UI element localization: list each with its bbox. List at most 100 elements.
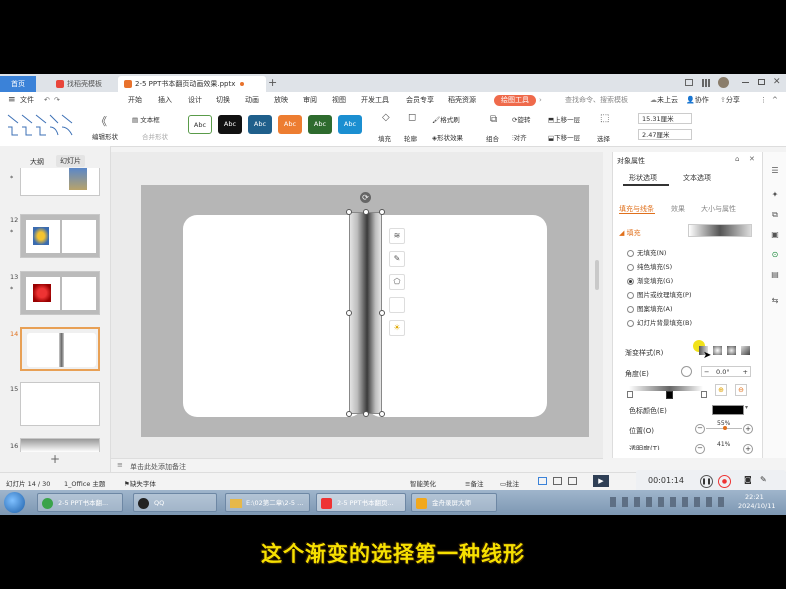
tab-home[interactable]: 首页 <box>0 76 36 92</box>
menu-review[interactable]: 审阅 <box>303 95 317 106</box>
angle-stepper[interactable]: − 0.0° + <box>701 366 751 377</box>
send-backward-button[interactable]: ⬓下移一层 <box>548 132 580 142</box>
plus-icon[interactable]: + <box>743 367 748 377</box>
fill-option-solid[interactable]: 纯色填充(S) <box>627 261 672 271</box>
edit-shape-icon[interactable]: 《 <box>96 113 107 129</box>
select-button[interactable]: 选择 <box>597 133 610 143</box>
transparency-minus-icon[interactable]: − <box>695 444 705 454</box>
shape-style-4[interactable]: Abc <box>278 115 302 134</box>
color-stop-swatch[interactable] <box>712 405 744 415</box>
notes-bar[interactable]: ≡ 单击此处添加备注 <box>111 458 603 473</box>
gradient-style-rect[interactable] <box>727 346 736 355</box>
resize-handle[interactable] <box>363 209 369 215</box>
window-layout-icon[interactable] <box>685 79 693 86</box>
undo-icon[interactable]: ↶ <box>44 95 50 106</box>
gradient-style-path[interactable] <box>741 346 750 355</box>
shape-style-5[interactable]: Abc <box>308 115 332 134</box>
select-icon[interactable]: ⬚ <box>600 113 609 124</box>
fill-option-gradient[interactable]: 渐变填充(G) <box>627 275 673 285</box>
close-icon[interactable]: ✕ <box>773 77 781 87</box>
start-button-icon[interactable] <box>4 492 25 513</box>
textbox-button[interactable]: ▤ 文本框 <box>132 114 160 124</box>
blank-tool-icon[interactable] <box>389 297 405 313</box>
fill-option-none[interactable]: 无填充(N) <box>627 247 666 257</box>
slide-thumb-14[interactable] <box>20 327 100 371</box>
tab-template[interactable]: 找稻壳模板 <box>50 76 112 92</box>
remove-stop-icon[interactable]: ⊖ <box>735 384 747 396</box>
resize-handle[interactable] <box>379 310 385 316</box>
minimize-icon[interactable] <box>742 82 749 83</box>
subtab-size[interactable]: 大小与属性 <box>701 204 736 214</box>
gradient-stop[interactable] <box>627 391 633 398</box>
panel-pin-icon[interactable]: ⌂ <box>735 155 739 163</box>
camera-icon[interactable]: ◙ <box>744 475 752 484</box>
hamburger-icon[interactable]: ≡ <box>8 95 16 106</box>
fill-option-pattern[interactable]: 图案填充(A) <box>627 303 673 313</box>
comments-toggle[interactable]: ▭批注 <box>500 478 519 488</box>
menu-view[interactable]: 视图 <box>332 95 346 106</box>
edit-shape-button[interactable]: 编辑形状 <box>92 131 118 141</box>
task-explorer[interactable]: E:\02第二章\2-5 ... <box>225 493 310 512</box>
slide-thumb-15[interactable] <box>20 382 100 426</box>
sparkle-icon[interactable]: ✦ <box>770 190 780 200</box>
notes-toggle[interactable]: ≡备注 <box>465 478 483 488</box>
menu-start[interactable]: 开始 <box>128 95 142 106</box>
new-tab-button[interactable]: + <box>268 76 277 90</box>
collab-button[interactable]: 👤协作 <box>686 95 709 106</box>
shape-style-2[interactable]: Abc <box>218 115 242 134</box>
rotate-button[interactable]: ⟳旋转 <box>512 114 530 124</box>
sorter-view-icon[interactable] <box>553 477 562 485</box>
menu-developer[interactable]: 开发工具 <box>361 95 389 106</box>
resize-handle[interactable] <box>346 411 352 417</box>
menu-design[interactable]: 设计 <box>188 95 202 106</box>
outline-button[interactable]: 轮廓 <box>404 133 417 143</box>
resize-handle[interactable] <box>379 411 385 417</box>
gradient-stop[interactable] <box>701 391 707 398</box>
position-minus-icon[interactable]: − <box>695 424 705 434</box>
fill-option-slide-bg[interactable]: 幻灯片背景填充(B) <box>627 317 692 327</box>
panel-close-icon[interactable]: ✕ <box>749 155 755 163</box>
width-field[interactable]: 2.47厘米 <box>638 129 692 140</box>
fill-button[interactable]: 填充 <box>378 133 391 143</box>
collapse-icon[interactable]: ^ <box>772 95 778 106</box>
color-dropdown-icon[interactable]: ▾ <box>745 404 748 411</box>
search-command[interactable]: 查找命令、搜索模板 <box>565 95 628 106</box>
bulb-icon[interactable]: ☀ <box>389 320 405 336</box>
shape-effect-button[interactable]: ◈形状效果 <box>432 132 463 142</box>
maximize-icon[interactable] <box>758 79 765 85</box>
format-painter-button[interactable]: 🖌格式刷 <box>432 114 460 124</box>
gradient-preview-dropdown[interactable] <box>688 224 752 237</box>
resize-handle[interactable] <box>363 411 369 417</box>
tab-slides[interactable]: 幻灯片 <box>56 155 85 167</box>
tab-document[interactable]: 2-5 PPT书本翻页动画效果.pptx <box>118 76 266 92</box>
shape-style-3[interactable]: Abc <box>248 115 272 134</box>
align-button[interactable]: ⫶对齐 <box>512 132 527 143</box>
connector-lines-icon[interactable] <box>6 113 76 139</box>
task-qq[interactable]: QQ <box>133 493 217 512</box>
tray-icons[interactable] <box>610 497 730 507</box>
combine-icon[interactable]: ⧉ <box>490 114 497 125</box>
play-button[interactable]: ▶ <box>593 475 609 487</box>
vertical-scrollbar[interactable] <box>595 260 599 290</box>
menu-member[interactable]: 会员专享 <box>406 95 434 106</box>
location-icon[interactable]: ⊙ <box>770 250 780 260</box>
shape-style-1[interactable]: Abc <box>188 115 212 134</box>
bring-forward-button[interactable]: ⬒上移一层 <box>548 114 580 124</box>
menu-slideshow[interactable]: 放映 <box>274 95 288 106</box>
slide-thumb-13[interactable] <box>20 271 100 315</box>
shape-icon[interactable]: ⬠ <box>389 274 405 290</box>
tab-shape-options[interactable]: 形状选项 <box>629 173 657 183</box>
share-button[interactable]: ⇪分享 <box>720 95 740 106</box>
properties-icon[interactable]: ☰ <box>770 166 780 176</box>
image-icon[interactable]: ▣ <box>770 230 780 240</box>
outline-icon[interactable]: ◻ <box>408 112 416 123</box>
fill-icon[interactable]: ◇ <box>382 112 390 123</box>
menu-drawing-tools[interactable]: 绘图工具 <box>494 95 536 106</box>
resize-handle[interactable] <box>346 209 352 215</box>
menu-animation[interactable]: 动画 <box>245 95 259 106</box>
resize-handle[interactable] <box>346 310 352 316</box>
missing-font-button[interactable]: ⚑缺失字体 <box>124 478 156 488</box>
fill-option-picture[interactable]: 图片或纹理填充(P) <box>627 289 692 299</box>
pause-icon[interactable]: ❚❚ <box>700 475 713 488</box>
menu-file[interactable]: 文件 <box>20 95 34 106</box>
